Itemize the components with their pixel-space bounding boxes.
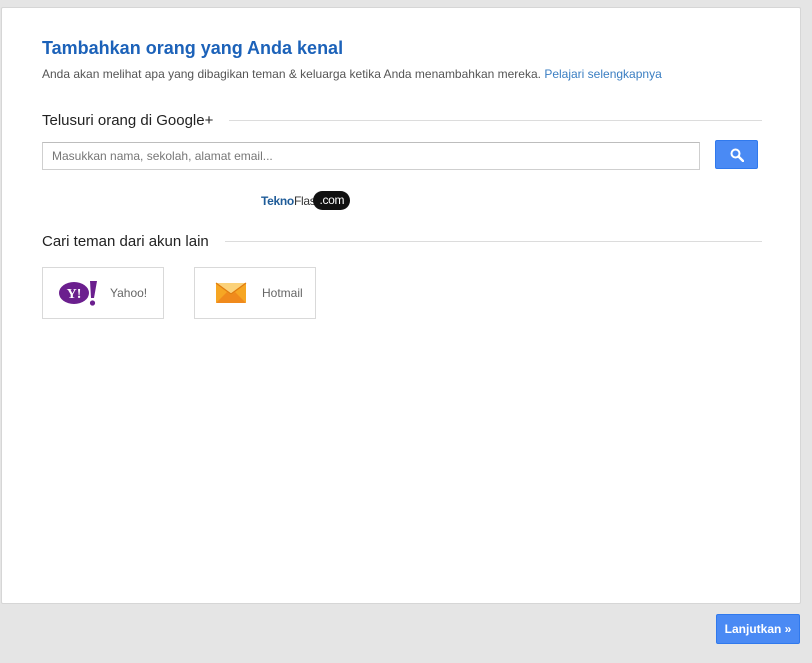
svg-text:Y!: Y! xyxy=(67,287,82,302)
envelope-icon xyxy=(210,279,252,307)
people-search-input[interactable] xyxy=(42,142,700,170)
watermark-part-2: Flas xyxy=(293,193,316,208)
add-people-dialog: Tambahkan orang yang Anda kenal Anda aka… xyxy=(1,7,801,604)
hotmail-import-button[interactable]: Hotmail xyxy=(194,267,316,319)
other-accounts-section-header: Cari teman dari akun lain xyxy=(42,233,762,250)
yahoo-label: Yahoo! xyxy=(110,286,148,300)
watermark-part-1: Tekno xyxy=(261,193,294,208)
learn-more-link[interactable]: Pelajari selengkapnya xyxy=(544,67,661,81)
watermark-part-3: .com xyxy=(313,191,351,210)
section-divider xyxy=(229,120,762,121)
search-section-heading: Telusuri orang di Google+ xyxy=(42,112,214,129)
yahoo-logo-icon: Y! xyxy=(58,279,100,307)
watermark-logo: Tekno Flas .com xyxy=(261,191,351,210)
page-subtitle: Anda akan melihat apa yang dibagikan tem… xyxy=(42,67,662,81)
hotmail-label: Hotmail xyxy=(262,286,303,300)
subtitle-text: Anda akan melihat apa yang dibagikan tem… xyxy=(42,67,541,81)
section-divider xyxy=(224,241,762,242)
search-button[interactable] xyxy=(715,140,758,169)
page-title: Tambahkan orang yang Anda kenal xyxy=(42,38,344,58)
search-section-header: Telusuri orang di Google+ xyxy=(42,112,762,129)
other-accounts-heading: Cari teman dari akun lain xyxy=(42,233,209,250)
search-icon xyxy=(730,148,744,162)
continue-button[interactable]: Lanjutkan » xyxy=(716,614,800,644)
yahoo-import-button[interactable]: Y! Yahoo! xyxy=(42,267,164,319)
